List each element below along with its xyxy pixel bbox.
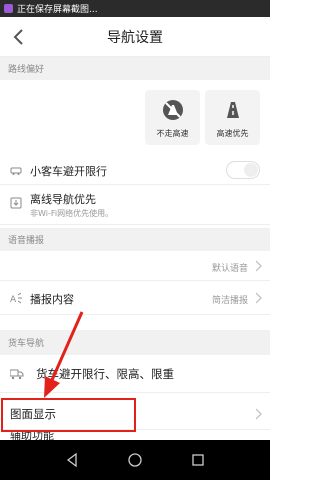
android-nav-bar [0,440,270,480]
annotation-arrow [44,311,84,398]
nav-back-icon[interactable] [64,452,80,468]
nav-home-icon[interactable] [127,452,143,468]
nav-recents-icon[interactable] [190,452,206,468]
